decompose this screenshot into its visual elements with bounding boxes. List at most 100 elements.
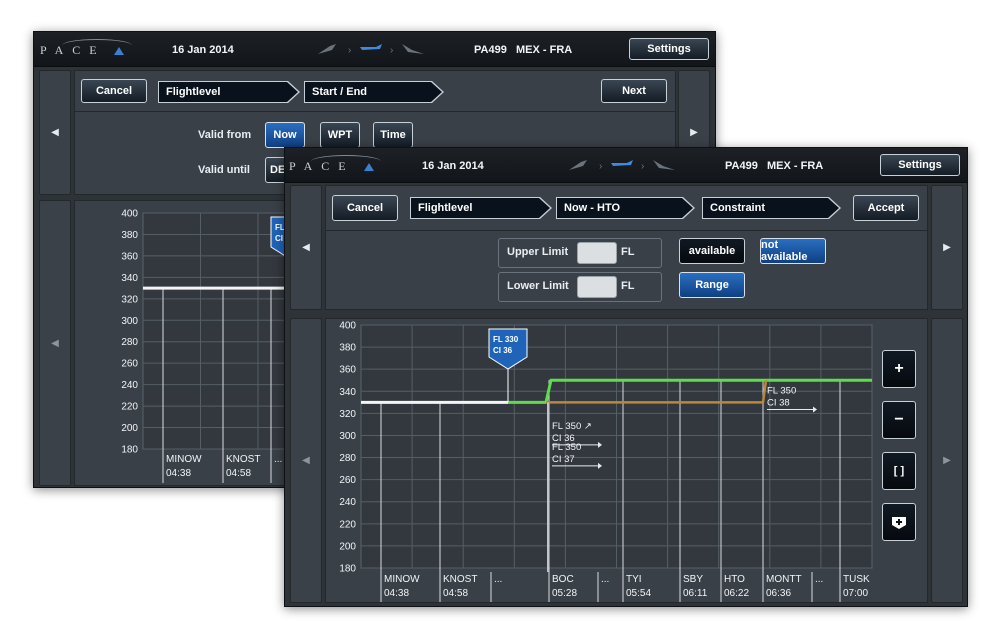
upper-limit-group: Upper Limit FL xyxy=(498,238,662,268)
y-tick-label: 200 xyxy=(121,423,138,434)
nav-left-button[interactable]: ◀ xyxy=(290,185,322,310)
y-tick-label: 300 xyxy=(121,316,138,327)
flight-profile-chart[interactable]: 400 380 360 340 320 300 280 260 240 220 200 180 MINO… xyxy=(326,319,876,602)
crumb-start-end[interactable]: Start / End xyxy=(304,81,444,103)
waypoint-name: TYI xyxy=(626,574,642,585)
not-available-button[interactable]: not available xyxy=(760,238,826,264)
constraint-annotation-fl: FL 350 xyxy=(767,385,796,396)
waypoint-time: 04:58 xyxy=(443,588,468,599)
y-tick-label: 280 xyxy=(339,453,356,464)
range-button[interactable]: Range xyxy=(679,272,745,298)
y-tick-label: 240 xyxy=(339,497,356,508)
waypoint-time: 07:00 xyxy=(843,588,868,599)
constraint-annotation-fl: FL 350 xyxy=(552,442,581,453)
y-tick-label: 380 xyxy=(121,230,138,241)
cancel-button[interactable]: Cancel xyxy=(332,195,398,221)
crumb-constraint[interactable]: Constraint xyxy=(702,197,841,219)
next-button[interactable]: Next xyxy=(601,79,667,103)
nav-left-button[interactable]: ◀ xyxy=(39,70,71,195)
chart-left-button[interactable]: ◀ xyxy=(290,318,322,603)
fit-view-button[interactable]: [ ] xyxy=(882,452,916,490)
chart-left-button[interactable]: ◀ xyxy=(39,200,71,486)
lower-limit-input[interactable] xyxy=(577,276,617,298)
flight-phase-icon: › › xyxy=(569,160,675,172)
route: MEX - FRA xyxy=(767,160,824,172)
waypoint-name: ... xyxy=(601,574,609,585)
y-tick-label: 180 xyxy=(339,564,356,575)
flight-date: 16 Jan 2014 xyxy=(422,160,484,172)
valid-from-now-button[interactable]: Now xyxy=(265,122,305,148)
svg-text:›: › xyxy=(348,45,351,56)
crumb-flightlevel[interactable]: Flightlevel xyxy=(158,81,300,103)
constraint-annotation-ci: CI 37 xyxy=(552,454,575,465)
svg-text:›: › xyxy=(641,161,644,172)
settings-button[interactable]: Settings xyxy=(880,154,960,176)
cancel-button[interactable]: Cancel xyxy=(81,79,147,103)
y-tick-label: 320 xyxy=(121,294,138,305)
available-button[interactable]: available xyxy=(679,238,745,264)
crumb-now-hto[interactable]: Now - HTO xyxy=(556,197,695,219)
control-panel: Cancel Flightlevel Now - HTO Constraint … xyxy=(325,185,928,310)
waypoint-time: 04:58 xyxy=(226,468,251,479)
waypoint-name: SBY xyxy=(683,574,703,585)
waypoint-time: 06:22 xyxy=(724,588,749,599)
y-tick-label: 320 xyxy=(339,409,356,420)
title-bar: PACE 16 Jan 2014 › › PA499 MEX - FRA Set… xyxy=(285,148,967,183)
waypoint-name: KNOST xyxy=(226,454,260,465)
upper-limit-label: Upper Limit xyxy=(507,246,569,258)
waypoint-name: TUSK xyxy=(843,574,870,585)
flightlevel-window-front: PACE 16 Jan 2014 › › PA499 MEX - FRA Set… xyxy=(284,147,968,607)
flight-date: 16 Jan 2014 xyxy=(172,44,234,56)
crumb-flightlevel[interactable]: Flightlevel xyxy=(410,197,552,219)
marker-ci: CI 36 xyxy=(493,346,513,355)
waypoint-name: MONTT xyxy=(766,574,802,585)
waypoint-name: MINOW xyxy=(384,574,420,585)
waypoint-name: ... xyxy=(274,454,282,465)
waypoint-time: 06:11 xyxy=(683,588,708,599)
valid-until-label: Valid until xyxy=(198,164,250,176)
y-tick-label: 280 xyxy=(121,337,138,348)
y-tick-label: 400 xyxy=(121,209,138,220)
svg-text:›: › xyxy=(390,45,393,56)
waypoint-name: ... xyxy=(494,574,502,585)
waypoint-name: KNOST xyxy=(443,574,477,585)
y-tick-label: 260 xyxy=(339,475,356,486)
divider xyxy=(326,230,927,231)
zoom-in-button[interactable]: + xyxy=(882,350,916,388)
upper-limit-unit: FL xyxy=(621,246,635,258)
nav-right-button[interactable]: ▶ xyxy=(931,185,963,310)
constraint-annotation-fl: FL 350 ↗ xyxy=(552,421,592,432)
logo-triangle-icon xyxy=(364,163,374,171)
y-tick-label: 360 xyxy=(121,251,138,262)
waypoint-time: 05:54 xyxy=(626,588,651,599)
zoom-out-button[interactable]: − xyxy=(882,401,916,439)
valid-from-label: Valid from xyxy=(198,129,252,141)
y-tick-label: 400 xyxy=(339,321,356,332)
divider xyxy=(75,111,675,112)
route: MEX - FRA xyxy=(516,44,573,56)
valid-from-time-button[interactable]: Time xyxy=(373,122,413,148)
flight-route: PA499 MEX - FRA xyxy=(725,160,823,172)
y-tick-label: 380 xyxy=(339,343,356,354)
pace-logo: PACE xyxy=(40,43,106,57)
y-tick-label: 200 xyxy=(339,541,356,552)
upper-limit-input[interactable] xyxy=(577,242,617,264)
valid-from-wpt-button[interactable]: WPT xyxy=(320,122,360,148)
logo-triangle-icon xyxy=(114,47,124,55)
add-constraint-button[interactable] xyxy=(882,503,916,541)
flight-route: PA499 MEX - FRA xyxy=(474,44,572,56)
y-tick-label: 300 xyxy=(339,431,356,442)
chart-right-button[interactable]: ▶ xyxy=(931,318,963,603)
waypoint-name: ... xyxy=(815,574,823,585)
flight-number: PA499 xyxy=(725,160,758,172)
accept-button[interactable]: Accept xyxy=(853,195,919,221)
constraint-annotation-ci: CI 38 xyxy=(767,397,790,408)
y-tick-label: 220 xyxy=(121,402,138,413)
waypoint-time: 04:38 xyxy=(384,588,409,599)
waypoint-name: BOC xyxy=(552,574,574,585)
settings-button[interactable]: Settings xyxy=(629,38,709,60)
lower-limit-unit: FL xyxy=(621,280,635,292)
lower-limit-label: Lower Limit xyxy=(507,280,569,292)
waypoint-name: MINOW xyxy=(166,454,202,465)
waypoint-time: 06:36 xyxy=(766,588,791,599)
